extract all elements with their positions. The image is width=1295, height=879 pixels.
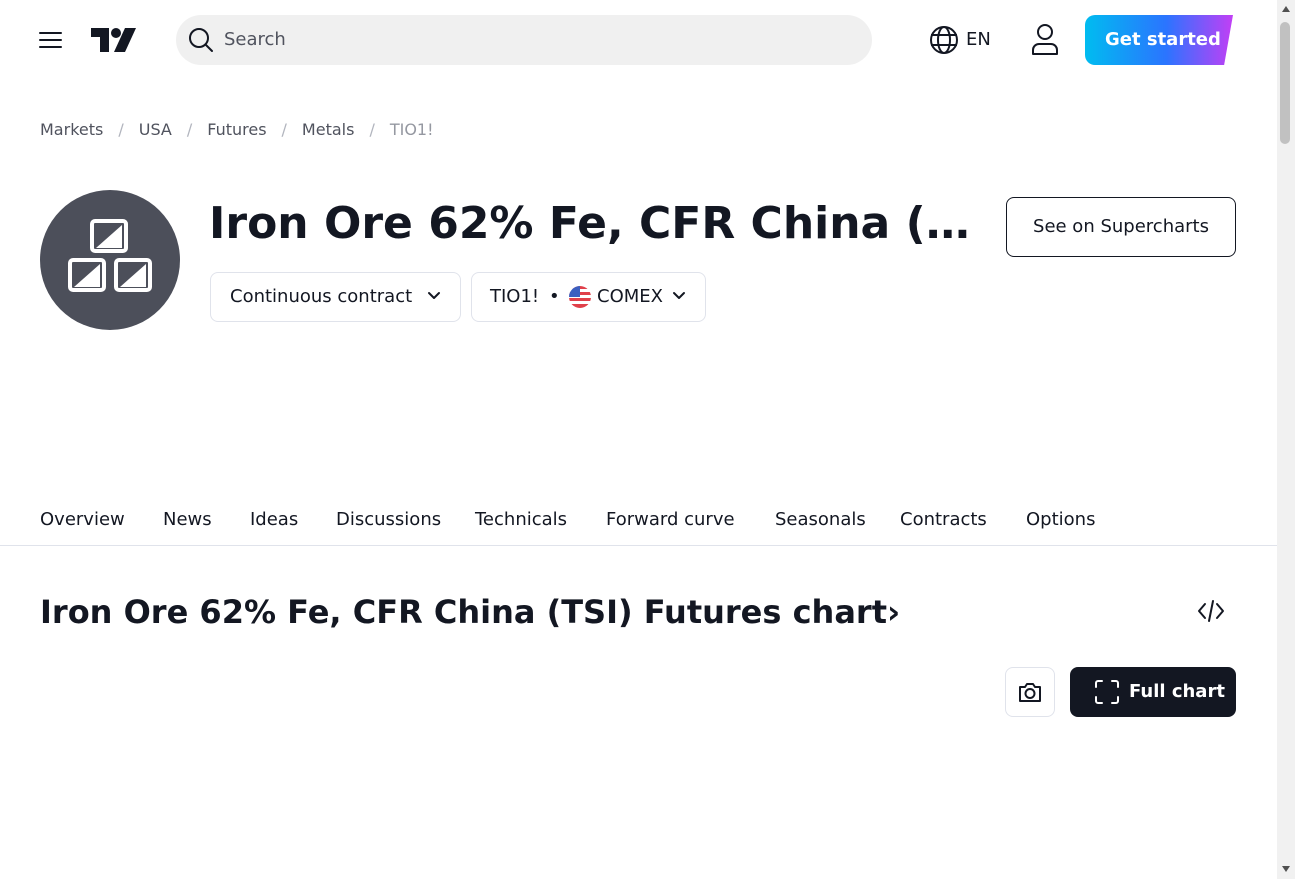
breadcrumb-separator: / (186, 120, 193, 139)
tabs-divider (0, 545, 1277, 546)
us-flag-icon (569, 286, 591, 308)
breadcrumb-separator: / (369, 120, 375, 139)
chevron-down-icon (428, 292, 440, 299)
exchange-selector[interactable]: TIO1! • COMEX (471, 272, 706, 322)
page: Search EN Get started Markets / USA / Future… (0, 0, 1277, 879)
breadcrumb-separator: / (118, 120, 124, 139)
ticker-label: TIO1! (490, 286, 540, 307)
tab-forward-curve[interactable]: Forward curve (606, 506, 735, 534)
tab-overview[interactable]: Overview (40, 506, 125, 534)
snapshot-button[interactable] (1005, 667, 1055, 717)
language-label: EN (966, 29, 991, 50)
tab-ideas[interactable]: Ideas (250, 506, 298, 534)
metal-bars-icon (40, 190, 180, 330)
tab-news[interactable]: News (163, 506, 212, 534)
chart-title-link[interactable]: Iron Ore 62% Fe, CFR China (TSI) Futures… (40, 590, 900, 634)
breadcrumb-usa[interactable]: USA (139, 120, 172, 139)
breadcrumb: Markets / USA / Futures / Metals / TIO1! (40, 120, 434, 142)
see-on-supercharts-button[interactable]: See on Supercharts (1006, 197, 1236, 257)
scroll-up-arrow-icon[interactable] (1282, 6, 1290, 12)
tab-contracts[interactable]: Contracts (900, 506, 987, 534)
tab-options[interactable]: Options (1026, 506, 1095, 534)
search-icon (189, 28, 213, 52)
breadcrumb-metals[interactable]: Metals (302, 120, 355, 139)
separator-dot: • (549, 286, 560, 307)
breadcrumb-futures[interactable]: Futures (207, 120, 266, 139)
chevron-down-icon (673, 292, 685, 299)
page-scrollbar[interactable] (1277, 0, 1295, 879)
exchange-label: COMEX (597, 286, 663, 307)
contract-selector[interactable]: Continuous contract (210, 272, 461, 322)
menu-icon[interactable] (36, 24, 68, 56)
fullscreen-icon (1095, 680, 1119, 704)
search-placeholder: Search (224, 29, 286, 50)
breadcrumb-current: TIO1! (389, 120, 434, 139)
breadcrumb-markets[interactable]: Markets (40, 120, 103, 139)
camera-icon (1019, 683, 1041, 702)
search-input[interactable]: Search (176, 15, 872, 65)
contract-label: Continuous contract (230, 286, 413, 307)
user-icon[interactable] (1030, 22, 1060, 56)
page-title: Iron Ore 62% Fe, CFR China (TSI) F… (209, 198, 979, 249)
full-chart-label: Full chart (1129, 681, 1225, 702)
breadcrumb-separator: / (281, 120, 287, 139)
code-embed-icon[interactable] (1196, 597, 1226, 625)
tradingview-logo[interactable] (89, 25, 137, 55)
scrollbar-thumb[interactable] (1280, 22, 1290, 144)
get-started-button[interactable]: Get started (1085, 15, 1233, 65)
full-chart-button[interactable]: Full chart (1070, 667, 1236, 717)
scroll-down-arrow-icon[interactable] (1282, 866, 1290, 872)
tab-seasonals[interactable]: Seasonals (775, 506, 866, 534)
globe-icon (930, 26, 958, 54)
tab-technicals[interactable]: Technicals (475, 506, 567, 534)
tab-discussions[interactable]: Discussions (336, 506, 441, 534)
